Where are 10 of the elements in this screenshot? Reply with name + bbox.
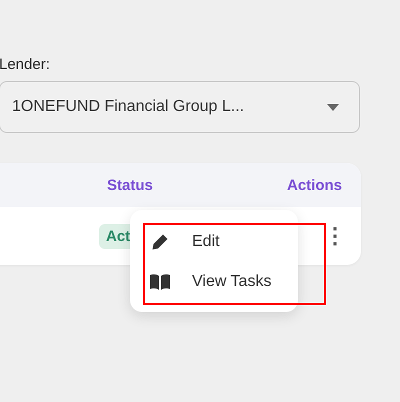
column-header: Actions [286,176,343,194]
more-button[interactable]: ⋮ [324,223,346,248]
selected-value: 1ONEFUND Financial Group L... [12,98,246,116]
field-label: Lender: [0,56,50,73]
column-header: Status [107,176,154,194]
pencil-icon [151,233,169,251]
caret-icon [327,104,339,110]
lender-dropdown[interactable]: 1ONEFUND Financial Group L... [0,81,360,133]
menu-item[interactable]: View Tasks [130,262,298,302]
book-icon [150,274,170,290]
